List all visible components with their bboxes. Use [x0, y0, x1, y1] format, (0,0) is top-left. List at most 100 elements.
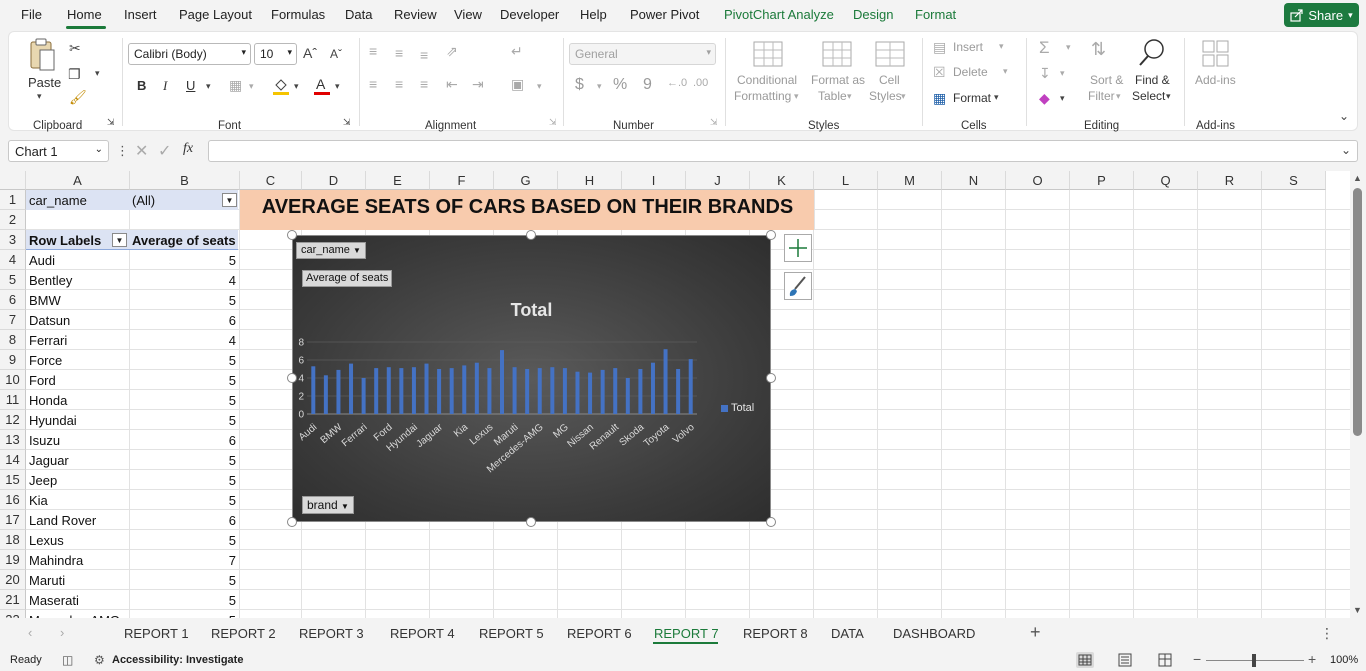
dialog-launcher-icon[interactable]: ⇲	[549, 118, 557, 127]
enter-icon[interactable]: ✓	[158, 141, 171, 161]
collapse-ribbon-icon[interactable]: ⌄	[1339, 110, 1349, 122]
underline-button[interactable]: U	[186, 78, 195, 93]
zoom-slider-thumb[interactable]	[1252, 654, 1256, 667]
sheet-tab-report-4[interactable]: REPORT 4	[390, 626, 455, 641]
menu-design[interactable]: Design	[853, 7, 893, 22]
more-sheets-icon[interactable]: ⋮	[1320, 625, 1334, 642]
row-header-22[interactable]: 22	[0, 610, 26, 618]
add-ins-button[interactable]: Add-ins	[1195, 73, 1236, 87]
column-header-h[interactable]: H	[558, 171, 622, 190]
chevron-down-icon[interactable]: ▾	[249, 82, 254, 91]
add-sheet-button[interactable]: +	[1030, 622, 1041, 643]
sheet-tab-report-8[interactable]: REPORT 8	[743, 626, 808, 641]
merge-center-icon[interactable]: ▣	[511, 77, 524, 91]
chevron-down-icon[interactable]: ▾	[95, 69, 100, 78]
column-header-l[interactable]: L	[814, 171, 878, 190]
font-size-select[interactable]: 10 ▾	[254, 43, 297, 65]
column-header-e[interactable]: E	[366, 171, 430, 190]
conditional-formatting-icon[interactable]	[753, 40, 783, 68]
chart-elements-button[interactable]	[784, 234, 812, 262]
add-ins-icon[interactable]	[1202, 40, 1230, 68]
prev-sheet-icon[interactable]: ‹	[28, 625, 32, 640]
row-header-7[interactable]: 7	[0, 310, 26, 330]
find-select-button[interactable]: Find &	[1135, 73, 1170, 87]
normal-view-button[interactable]	[1076, 652, 1094, 668]
format-painter-icon[interactable]: 🖌	[69, 90, 87, 104]
formula-input[interactable]: ⌄	[208, 140, 1358, 162]
chevron-down-icon[interactable]: ▾	[294, 82, 299, 91]
column-header-q[interactable]: Q	[1134, 171, 1198, 190]
sheet-tab-report-5[interactable]: REPORT 5	[479, 626, 544, 641]
accessibility-status[interactable]: Accessibility: Investigate	[112, 654, 243, 666]
conditional-formatting-button-line2[interactable]: Formatting	[734, 89, 791, 103]
selection-handle[interactable]	[287, 230, 297, 240]
column-header-d[interactable]: D	[302, 171, 366, 190]
page-layout-view-button[interactable]	[1116, 652, 1134, 668]
find-select-button-line2[interactable]: Select	[1132, 89, 1165, 103]
copy-icon[interactable]: ❐	[68, 67, 81, 81]
menu-review[interactable]: Review	[394, 7, 437, 22]
currency-button[interactable]: $	[575, 76, 584, 94]
format-cells-icon[interactable]: ▦	[933, 91, 946, 105]
chevron-down-icon[interactable]: ▾	[537, 82, 542, 91]
dialog-launcher-icon[interactable]: ⇲	[343, 118, 351, 127]
scroll-thumb[interactable]	[1353, 188, 1362, 436]
row-header-14[interactable]: 14	[0, 450, 26, 470]
cell-styles-button[interactable]: Cell	[879, 73, 900, 87]
format-as-table-icon[interactable]	[822, 40, 852, 68]
chevron-down-icon[interactable]: ▾	[206, 82, 211, 91]
cut-icon[interactable]: ✂	[69, 41, 81, 55]
column-header-c[interactable]: C	[240, 171, 302, 190]
row-labels-filter-dropdown[interactable]: ▼	[112, 233, 127, 247]
paste-icon[interactable]	[27, 38, 55, 72]
row-header-10[interactable]: 10	[0, 370, 26, 390]
name-box[interactable]: Chart 1 ⌄	[8, 140, 109, 162]
chevron-down-icon[interactable]: ▾	[597, 82, 602, 91]
decrease-font-size-icon[interactable]: Aˇ	[330, 48, 342, 60]
conditional-formatting-button[interactable]: Conditional	[737, 73, 797, 87]
row-header-21[interactable]: 21	[0, 590, 26, 610]
selection-handle[interactable]	[766, 230, 776, 240]
pivot-filter-dropdown[interactable]: ▼	[222, 193, 237, 207]
chevron-down-icon[interactable]: ▾	[1066, 43, 1071, 52]
row-header-9[interactable]: 9	[0, 350, 26, 370]
wrap-text-icon[interactable]: ↵	[511, 44, 523, 58]
zoom-out-button[interactable]: −	[1193, 651, 1201, 667]
chevron-down-icon[interactable]: ▾	[901, 92, 906, 101]
sheet-tab-data[interactable]: DATA	[831, 626, 864, 641]
menu-view[interactable]: View	[454, 7, 482, 22]
sheet-tab-report-6[interactable]: REPORT 6	[567, 626, 632, 641]
chart-styles-button[interactable]	[784, 272, 812, 300]
more-options-icon[interactable]: ⋮	[116, 143, 129, 159]
accessibility-icon[interactable]: ⚙	[94, 653, 105, 667]
row-header-1[interactable]: 1	[0, 190, 26, 210]
format-as-table-button-line2[interactable]: Table	[818, 89, 847, 103]
share-button[interactable]: Share ▾	[1284, 3, 1359, 27]
column-header-i[interactable]: I	[622, 171, 686, 190]
menu-help[interactable]: Help	[580, 7, 607, 22]
cell-styles-icon[interactable]	[875, 40, 905, 68]
column-header-g[interactable]: G	[494, 171, 558, 190]
delete-cells-button[interactable]: Delete	[953, 65, 988, 79]
select-all-corner[interactable]	[0, 171, 26, 190]
align-left-icon[interactable]: ≡	[369, 77, 377, 91]
zoom-level[interactable]: 100%	[1330, 654, 1358, 666]
menu-insert[interactable]: Insert	[124, 7, 157, 22]
chevron-down-icon[interactable]: ▾	[1116, 92, 1121, 101]
menu-format[interactable]: Format	[915, 7, 956, 22]
increase-font-size-icon[interactable]: Aˆ	[303, 46, 317, 60]
sort-filter-button-line2[interactable]: Filter	[1088, 89, 1115, 103]
chevron-down-icon[interactable]: ▾	[794, 92, 799, 101]
font-color-icon[interactable]: A	[314, 76, 330, 96]
column-header-r[interactable]: R	[1198, 171, 1262, 190]
selection-handle[interactable]	[287, 517, 297, 527]
dialog-launcher-icon[interactable]: ⇲	[107, 118, 115, 127]
row-header-3[interactable]: 3	[0, 230, 26, 250]
column-header-s[interactable]: S	[1262, 171, 1326, 190]
chevron-down-icon[interactable]: ▾	[999, 42, 1004, 51]
row-header-17[interactable]: 17	[0, 510, 26, 530]
comma-button[interactable]: 9	[643, 76, 652, 94]
column-header-o[interactable]: O	[1006, 171, 1070, 190]
cancel-icon[interactable]: ✕	[135, 141, 148, 161]
chevron-down-icon[interactable]: ▾	[847, 92, 852, 101]
